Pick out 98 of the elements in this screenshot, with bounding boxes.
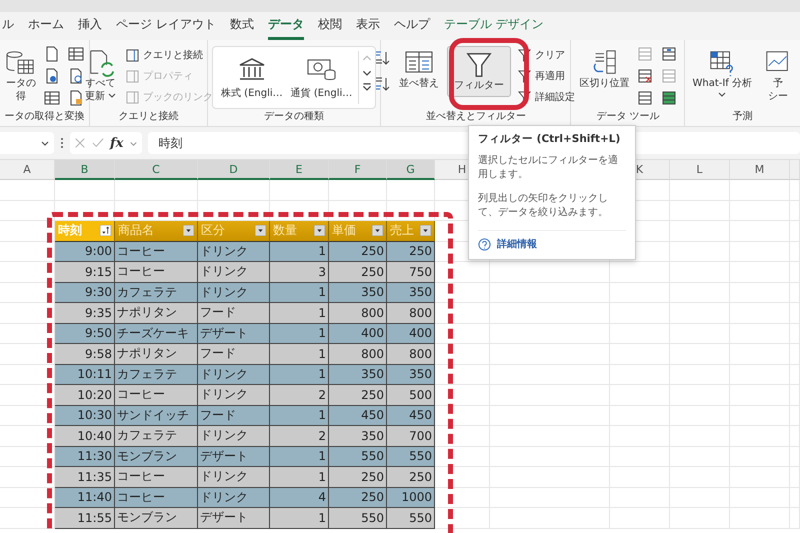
table-cell: コーヒー xyxy=(115,467,198,488)
table-cell: ドリンク xyxy=(198,488,270,508)
tooltip-text: 列見出しの矢印をクリックして、データを絞り込みます。 xyxy=(478,192,609,220)
table-cell: 2 xyxy=(270,426,329,446)
table-cell: 1 xyxy=(270,242,329,262)
table-cell: 550 xyxy=(387,446,435,467)
table-header-cell: 売上 xyxy=(387,221,435,242)
table-header-cell: 時刻 xyxy=(55,221,115,242)
table-cell: 9:00 xyxy=(55,242,115,262)
table-cell: ドリンク xyxy=(198,426,270,446)
group-label: クエリと接続 xyxy=(118,110,178,124)
table-cell: ドリンク xyxy=(198,262,270,282)
table-cell: 800 xyxy=(329,303,387,324)
table-cell: フード xyxy=(198,303,270,324)
table-cell: カフェラテ xyxy=(115,282,198,303)
group-label: データ ツール xyxy=(596,110,660,124)
table-cell: 450 xyxy=(329,406,387,426)
group-label: 予測 xyxy=(732,110,753,124)
table-cell: コーヒー xyxy=(115,488,198,508)
table-cell: 1000 xyxy=(387,488,435,508)
group-label: 並べ替えとフィルター xyxy=(426,110,526,124)
table-cell: 11:55 xyxy=(55,508,115,528)
table-cell: カフェラテ xyxy=(115,426,198,446)
table-cell: チーズケーキ xyxy=(115,324,198,344)
table-cell: デザート xyxy=(198,508,270,528)
table-cell: 1 xyxy=(270,364,329,385)
table-cell: 11:35 xyxy=(55,467,115,488)
table-cell: 350 xyxy=(387,364,435,385)
table-cell: ドリンク xyxy=(198,282,270,303)
table-cell: 9:50 xyxy=(55,324,115,344)
table-cell: フード xyxy=(198,406,270,426)
table-header-cell: 区分 xyxy=(198,221,270,242)
table-cell: 250 xyxy=(329,242,387,262)
table-cell: 550 xyxy=(329,508,387,528)
table-cell: 10:30 xyxy=(55,406,115,426)
table-cell: 3 xyxy=(270,262,329,282)
table-cell: 9:58 xyxy=(55,344,115,364)
table-cell: 800 xyxy=(387,344,435,364)
table-cell: 10:40 xyxy=(55,426,115,446)
table-cell: モンブラン xyxy=(115,446,198,467)
table-cell: 350 xyxy=(387,282,435,303)
table-cell: 250 xyxy=(329,467,387,488)
table-cell: 1 xyxy=(270,406,329,426)
table-cell: 250 xyxy=(329,385,387,406)
table-cell: 2 xyxy=(270,385,329,406)
table-header-cell: 数量 xyxy=(270,221,329,242)
table-cell: 550 xyxy=(329,446,387,467)
table-cell: カフェラテ xyxy=(115,364,198,385)
table-cell: 1 xyxy=(270,303,329,324)
group-label: ータの取得と変換 xyxy=(4,110,84,124)
table-cell: 500 xyxy=(387,385,435,406)
table-cell: デザート xyxy=(198,324,270,344)
table-cell: 1 xyxy=(270,508,329,528)
table-cell: 250 xyxy=(329,262,387,282)
table-cell: ナポリタン xyxy=(115,344,198,364)
table-cell: 350 xyxy=(329,364,387,385)
table-cell: ドリンク xyxy=(198,242,270,262)
table-cell: 1 xyxy=(270,467,329,488)
group-label: データの種類 xyxy=(264,110,324,124)
table-header-cell: 単価 xyxy=(329,221,387,242)
table-cell: 9:30 xyxy=(55,282,115,303)
table-cell: 350 xyxy=(329,426,387,446)
table-cell: サンドイッチ xyxy=(115,406,198,426)
table-cell: コーヒー xyxy=(115,385,198,406)
table-cell: 1 xyxy=(270,282,329,303)
table-cell: 450 xyxy=(387,406,435,426)
table-cell: 350 xyxy=(329,282,387,303)
table-cell: ドリンク xyxy=(198,385,270,406)
table-cell: 11:30 xyxy=(55,446,115,467)
table-cell: ナポリタン xyxy=(115,303,198,324)
table-cell: 1 xyxy=(270,446,329,467)
table-cell: 1 xyxy=(270,324,329,344)
table-cell: 250 xyxy=(387,242,435,262)
table-cell: 11:40 xyxy=(55,488,115,508)
table-cell: 400 xyxy=(387,324,435,344)
table-cell: 9:35 xyxy=(55,303,115,324)
table-cell: 550 xyxy=(387,508,435,528)
table-cell: フード xyxy=(198,344,270,364)
table-cell: コーヒー xyxy=(115,242,198,262)
table-cell: 250 xyxy=(387,467,435,488)
table-cell: 250 xyxy=(329,488,387,508)
table-cell: ドリンク xyxy=(198,364,270,385)
table-cell: デザート xyxy=(198,446,270,467)
table-cell: 400 xyxy=(329,324,387,344)
table-cell: 700 xyxy=(387,426,435,446)
table-cell: モンブラン xyxy=(115,508,198,528)
table-cell: ドリンク xyxy=(198,467,270,488)
table-cell: 750 xyxy=(387,262,435,282)
table-cell: 9:15 xyxy=(55,262,115,282)
table-cell: 10:20 xyxy=(55,385,115,406)
table-cell: 1 xyxy=(270,344,329,364)
table-cell: コーヒー xyxy=(115,262,198,282)
tooltip-title: フィルター (Ctrl+Shift+L) xyxy=(478,132,622,146)
table-cell: 10:11 xyxy=(55,364,115,385)
table-cell: 800 xyxy=(329,344,387,364)
table-cell: 4 xyxy=(270,488,329,508)
table-cell: 800 xyxy=(387,303,435,324)
table-header-cell: 商品名 xyxy=(115,221,198,242)
